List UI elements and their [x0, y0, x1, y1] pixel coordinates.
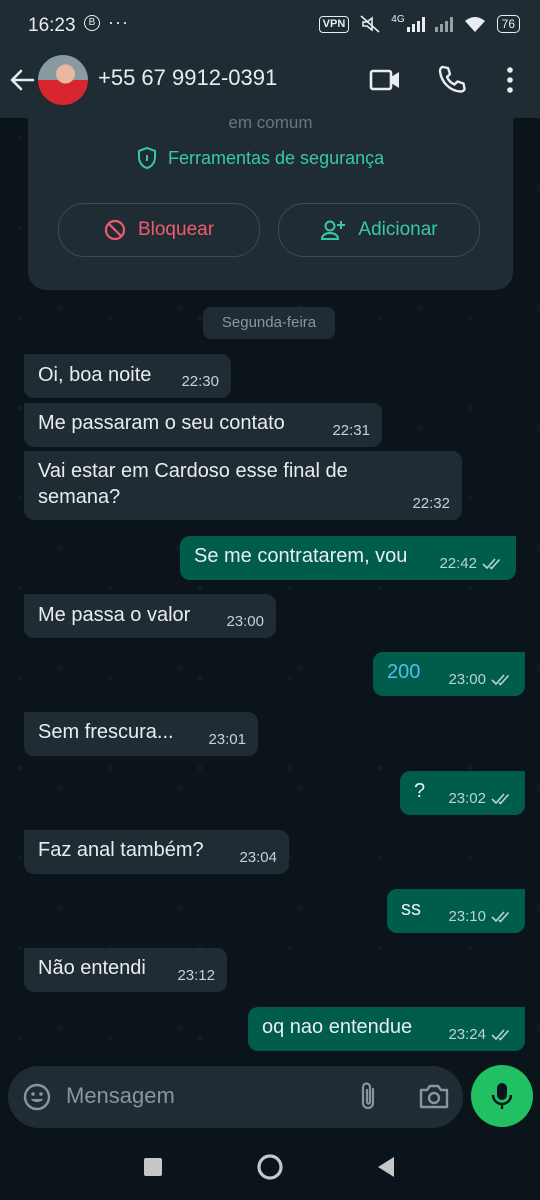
message-bubble[interactable]: ss 23:10 — [387, 889, 525, 933]
block-icon — [104, 219, 126, 241]
message-text: oq nao entendue — [262, 1016, 413, 1038]
add-label: Adicionar — [358, 219, 438, 240]
message-text: Me passa o valor — [38, 604, 191, 626]
status-overflow-icon: ··· — [108, 12, 129, 32]
date-separator: Segunda-feira — [203, 307, 335, 339]
message-meta: 22:42 — [439, 555, 504, 572]
double-check-icon — [482, 557, 501, 570]
message-bubble[interactable]: Se me contratarem, vou 22:42 — [180, 536, 516, 580]
message-bubble[interactable]: ? 23:02 — [400, 771, 525, 815]
message-time: 23:10 — [448, 908, 486, 925]
message-text: ss — [401, 898, 421, 920]
message-composer[interactable]: Mensagem — [8, 1066, 463, 1128]
message-time: 23:00 — [448, 671, 486, 688]
message-time: 23:04 — [239, 849, 277, 866]
emoji-icon[interactable] — [22, 1082, 52, 1112]
message-time: 23:00 — [226, 613, 264, 630]
double-check-icon — [491, 673, 510, 686]
block-label: Bloquear — [137, 219, 215, 240]
nav-back-icon[interactable] — [374, 1155, 398, 1179]
message-text[interactable]: 200 — [387, 658, 420, 687]
message-text: Oi, boa noite — [38, 364, 152, 386]
mic-button[interactable] — [471, 1065, 533, 1127]
message-bubble[interactable]: 200 23:00 — [373, 652, 525, 696]
message-time: 23:24 — [448, 1026, 486, 1043]
message-bubble[interactable]: Sem frescura... 23:01 — [24, 712, 258, 756]
home-icon[interactable] — [256, 1153, 284, 1181]
contact-name[interactable]: +55 67 9912-0391 — [98, 65, 277, 91]
message-text: Vai estar em Cardoso esse final de — [38, 460, 348, 482]
status-time: 16:23 — [28, 15, 76, 36]
signal-2-icon — [434, 16, 453, 32]
status-bar: 16:23 B ··· VPN 4G 76 — [0, 0, 540, 50]
signal-icon — [406, 16, 425, 32]
voice-call-icon[interactable] — [435, 63, 469, 97]
message-meta: 22:32 — [412, 495, 450, 512]
wifi-icon — [464, 17, 485, 32]
message-text: ? — [414, 780, 426, 802]
message-bubble[interactable]: Me passaram o seu contato 22:31 — [24, 403, 382, 447]
message-time: 22:31 — [332, 422, 370, 439]
battery-icon: 76 — [496, 15, 520, 33]
more-options-icon[interactable] — [493, 63, 527, 97]
add-person-icon — [321, 220, 346, 240]
b-badge-icon: B — [84, 15, 100, 31]
message-bubble[interactable]: Vai estar em Cardoso esse final de seman… — [24, 451, 462, 520]
message-input[interactable]: Mensagem — [66, 1083, 175, 1109]
message-time: 23:01 — [208, 731, 246, 748]
safety-tools-label: Ferramentas de segurança — [168, 147, 385, 168]
recents-icon[interactable] — [142, 1156, 164, 1178]
message-text-line2: semana? — [38, 486, 121, 508]
message-meta: 23:12 — [177, 967, 215, 984]
camera-icon[interactable] — [418, 1083, 450, 1111]
message-bubble[interactable]: Não entendi 23:12 — [24, 948, 227, 992]
message-meta: 23:00 — [226, 613, 264, 630]
message-meta: 23:02 — [448, 790, 513, 807]
vpn-icon: VPN — [318, 15, 350, 33]
system-nav-bar — [0, 1132, 540, 1200]
block-button[interactable]: Bloquear — [58, 203, 260, 257]
message-meta: 23:10 — [448, 908, 513, 925]
message-bubble[interactable]: Me passa o valor 23:00 — [24, 594, 276, 638]
message-bubble[interactable]: Oi, boa noite 22:30 — [24, 354, 231, 398]
message-meta: 23:01 — [208, 731, 246, 748]
message-meta: 23:24 — [448, 1026, 513, 1043]
video-call-icon[interactable] — [368, 63, 402, 97]
message-meta: 23:04 — [239, 849, 277, 866]
message-text: Se me contratarem, vou — [194, 545, 408, 567]
microphone-icon — [491, 1083, 513, 1109]
message-meta: 23:00 — [448, 671, 513, 688]
back-arrow-icon[interactable] — [5, 63, 39, 97]
message-bubble[interactable]: Faz anal também? 23:04 — [24, 830, 289, 874]
status-indicators: VPN 4G 76 — [318, 13, 520, 34]
network-type: 4G — [391, 13, 405, 25]
message-time: 23:12 — [177, 967, 215, 984]
message-bubble[interactable]: oq nao entendue 23:24 — [248, 1007, 525, 1051]
double-check-icon — [491, 1028, 510, 1041]
contact-info-card: em comum Ferramentas de segurança Bloque… — [28, 113, 513, 290]
message-text: Sem frescura... — [38, 721, 174, 743]
message-time: 23:02 — [448, 790, 486, 807]
double-check-icon — [491, 792, 510, 805]
safety-tools-link[interactable]: Ferramentas de segurança — [136, 146, 384, 170]
message-text: Faz anal também? — [38, 839, 204, 861]
message-text: Não entendi — [38, 957, 146, 979]
attach-icon[interactable] — [356, 1081, 382, 1113]
double-check-icon — [491, 910, 510, 923]
message-meta: 22:31 — [332, 422, 370, 439]
contact-avatar[interactable] — [38, 55, 88, 105]
shield-icon — [138, 146, 156, 170]
message-time: 22:32 — [412, 495, 450, 512]
groups-in-common-text: em comum — [228, 113, 313, 132]
message-text: Me passaram o seu contato — [38, 412, 285, 434]
message-meta: 22:30 — [181, 373, 219, 390]
mute-icon — [360, 15, 380, 33]
add-contact-button[interactable]: Adicionar — [278, 203, 480, 257]
message-time: 22:30 — [181, 373, 219, 390]
message-time: 22:42 — [439, 555, 477, 572]
